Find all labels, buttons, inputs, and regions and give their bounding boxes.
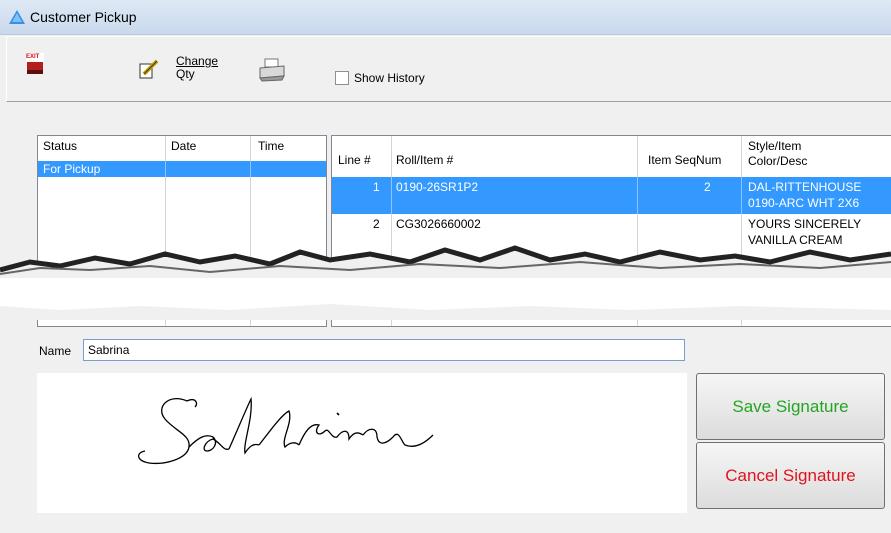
torn-edge-decoration [0, 245, 891, 320]
table-row[interactable]: For Pickup [38, 161, 326, 177]
date-column-header[interactable]: Date [171, 139, 196, 153]
show-history-label: Show History [354, 71, 425, 85]
signature-pad[interactable] [37, 373, 687, 513]
seqnum-cell: 2 [704, 180, 711, 194]
change-qty-label-line2: Qty [176, 67, 195, 81]
signature-drawing [138, 396, 434, 465]
roll-item-column-header[interactable]: Roll/Item # [396, 153, 453, 167]
style-item-column-header[interactable]: Style/Item [748, 139, 801, 153]
line-column-header[interactable]: Line # [338, 153, 371, 167]
show-history-checkbox[interactable]: Show History [335, 70, 455, 86]
style-cell: DAL-RITTENHOUSE [748, 180, 862, 194]
time-column-header[interactable]: Time [258, 139, 284, 153]
app-triangle-icon [9, 10, 25, 24]
name-label: Name [39, 344, 72, 358]
line-cell: 1 [373, 180, 380, 194]
exit-icon-text: EXIT [26, 54, 40, 60]
window-title: Customer Pickup [30, 9, 137, 25]
color-cell: 0190-ARC WHT 2X6 [748, 196, 860, 210]
exit-button[interactable]: EXIT [26, 53, 44, 75]
save-signature-label: Save Signature [732, 396, 849, 416]
status-column-header[interactable]: Status [43, 139, 77, 153]
show-history-checkbox-box[interactable] [335, 71, 349, 85]
item-seqnum-column-header[interactable]: Item SeqNum [648, 153, 721, 167]
cancel-signature-label: Cancel Signature [725, 465, 856, 485]
table-row[interactable]: 1 0190-26SR1P2 2 DAL-RITTENHOUSE 0190-AR… [332, 177, 891, 214]
edit-pencil-icon [139, 59, 159, 79]
save-signature-button[interactable]: Save Signature [696, 373, 885, 440]
title-bar: Customer Pickup [0, 0, 891, 35]
change-qty-button[interactable]: Change Qty [138, 52, 230, 92]
status-cell: For Pickup [43, 162, 101, 176]
line-cell: 2 [373, 217, 380, 231]
style-cell: YOURS SINCERELY [748, 217, 862, 231]
change-qty-label-line1: Change [176, 54, 219, 68]
color-desc-column-header[interactable]: Color/Desc [748, 154, 807, 168]
name-field[interactable] [83, 339, 685, 361]
printer-icon [259, 58, 285, 82]
print-button[interactable] [258, 58, 286, 82]
roll-item-cell: CG3026660002 [396, 217, 481, 231]
cancel-signature-button[interactable]: Cancel Signature [696, 442, 885, 509]
roll-item-cell: 0190-26SR1P2 [396, 180, 479, 194]
